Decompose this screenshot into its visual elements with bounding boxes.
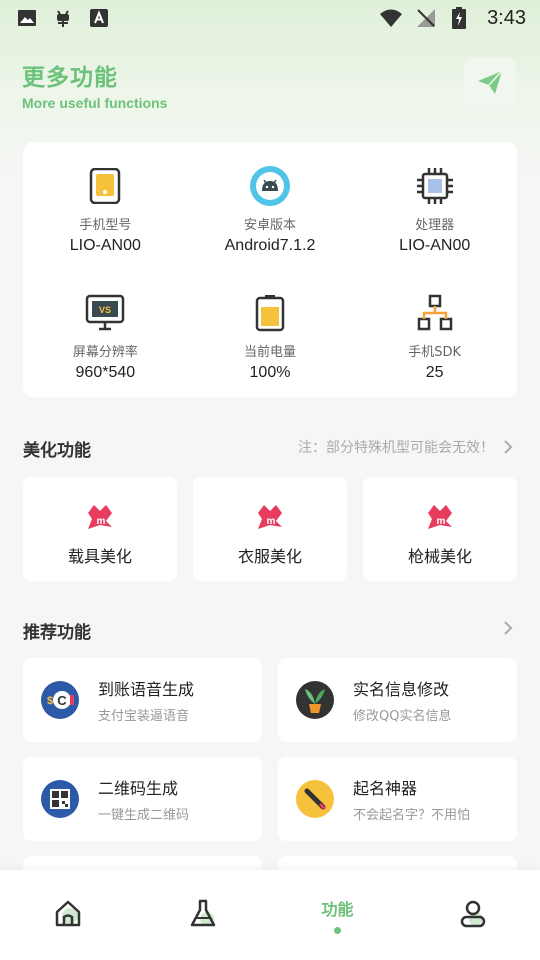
info-value: 100% xyxy=(249,364,291,381)
active-indicator xyxy=(334,927,341,934)
money-voice-icon: C $ xyxy=(40,680,80,720)
page-subtitle: More useful functions xyxy=(22,95,168,111)
info-label: 处理器 xyxy=(415,218,455,233)
bug-icon xyxy=(52,7,74,29)
rec-title: 实名信息修改 xyxy=(353,680,450,699)
info-label: 安卓版本 xyxy=(243,218,296,233)
beauty-clothes-card[interactable]: m 衣服美化 xyxy=(193,477,347,581)
flask-icon xyxy=(188,898,218,932)
battery-charging-icon xyxy=(451,7,473,29)
image-icon xyxy=(16,7,38,29)
rec-title: 起名神器 xyxy=(353,779,418,798)
info-sdk: 手机SDK 25 xyxy=(352,269,517,396)
svg-text:$: $ xyxy=(47,695,53,707)
rec-subtitle: 修改QQ实名信息 xyxy=(353,709,452,724)
info-label: 手机SDK xyxy=(408,345,462,360)
svg-text:VS: VS xyxy=(99,305,111,315)
phone-icon xyxy=(83,164,127,208)
info-android-version: 安卓版本 Android7.1.2 xyxy=(188,142,353,269)
beauty-vehicle-card[interactable]: m 载具美化 xyxy=(23,477,177,581)
nav-profile[interactable] xyxy=(433,898,513,932)
info-value: 25 xyxy=(425,364,444,381)
nav-features[interactable]: 功能 xyxy=(298,896,378,934)
info-value: LIO-AN00 xyxy=(399,237,471,254)
info-resolution: VS 屏幕分辨率 960*540 xyxy=(23,269,188,396)
network-icon xyxy=(413,291,457,335)
beauty-section-title: 美化功能 xyxy=(23,441,91,461)
nav-home[interactable] xyxy=(28,898,108,932)
info-value: Android7.1.2 xyxy=(224,237,316,254)
recommend-section-title: 推荐功能 xyxy=(23,623,91,643)
rec-subtitle: 不会起名字？不用怕 xyxy=(353,808,471,823)
page-header: 更多功能 More useful functions xyxy=(22,58,167,111)
battery-icon xyxy=(248,291,292,335)
info-value: LIO-AN00 xyxy=(69,237,141,254)
info-label: 当前电量 xyxy=(243,345,296,360)
rec-title: 到账语音生成 xyxy=(98,680,195,699)
status-bar: 3:43 xyxy=(0,0,540,36)
recommend-list: C $ 到账语音生成 支付宝装逼语音 实名信息修改 修改QQ实名信息 二维码生成 … xyxy=(23,658,517,886)
rec-realname-card[interactable]: 实名信息修改 修改QQ实名信息 xyxy=(278,658,517,742)
chevron-right-icon xyxy=(500,439,516,455)
page-title: 更多功能 xyxy=(22,65,118,91)
nav-features-label: 功能 xyxy=(321,900,354,919)
rec-subtitle: 支付宝装逼语音 xyxy=(98,709,190,724)
nav-lab[interactable] xyxy=(163,898,243,932)
home-icon xyxy=(53,898,83,932)
bottom-nav: 功能 xyxy=(0,870,540,960)
rec-subtitle: 一键生成二维码 xyxy=(98,808,190,823)
svg-text:C: C xyxy=(57,693,67,708)
info-value: 960*540 xyxy=(75,364,136,381)
pen-icon xyxy=(295,779,335,819)
beauty-section-note[interactable]: 注：部分特殊机型可能会无效！ xyxy=(298,437,516,457)
plant-icon xyxy=(295,680,335,720)
info-label: 手机型号 xyxy=(79,218,132,233)
rec-title: 二维码生成 xyxy=(98,779,179,798)
rec-naming-card[interactable]: 起名神器 不会起名字？不用怕 xyxy=(278,757,517,841)
beauty-label: 枪械美化 xyxy=(407,547,472,566)
brand-m-icon: m xyxy=(254,503,286,535)
wifi-icon xyxy=(379,7,403,29)
svg-text:m: m xyxy=(437,516,446,527)
info-battery: 当前电量 100% xyxy=(188,269,353,396)
brand-m-icon: m xyxy=(424,503,456,535)
beauty-label: 载具美化 xyxy=(67,547,132,566)
send-icon xyxy=(475,67,505,101)
brand-m-icon: m xyxy=(84,503,116,535)
rec-voice-card[interactable]: C $ 到账语音生成 支付宝装逼语音 xyxy=(23,658,262,742)
info-processor: 处理器 LIO-AN00 xyxy=(352,142,517,269)
beauty-list: m 载具美化 m 衣服美化 m 枪械美化 xyxy=(23,477,517,581)
svg-text:m: m xyxy=(97,516,106,527)
chevron-right-icon xyxy=(500,620,516,636)
font-icon xyxy=(88,7,110,29)
cpu-icon xyxy=(413,164,457,208)
device-info-card: 手机型号 LIO-AN00 安卓版本 Android7.1.2 处理器 LIO-… xyxy=(23,142,517,397)
beauty-label: 衣服美化 xyxy=(237,547,302,566)
android-icon xyxy=(248,164,292,208)
beauty-note-text: 注：部分特殊机型可能会无效！ xyxy=(298,440,494,456)
status-time: 3:43 xyxy=(487,6,526,29)
recommend-more-button[interactable] xyxy=(500,620,516,636)
send-button[interactable] xyxy=(464,58,516,110)
monitor-icon: VS xyxy=(83,291,127,335)
beauty-gun-card[interactable]: m 枪械美化 xyxy=(363,477,517,581)
info-phone-model: 手机型号 LIO-AN00 xyxy=(23,142,188,269)
info-label: 屏幕分辨率 xyxy=(72,345,138,360)
rec-qrcode-card[interactable]: 二维码生成 一键生成二维码 xyxy=(23,757,262,841)
no-signal-icon xyxy=(415,7,437,29)
svg-text:m: m xyxy=(267,516,276,527)
qr-icon xyxy=(40,779,80,819)
user-icon xyxy=(458,898,488,932)
